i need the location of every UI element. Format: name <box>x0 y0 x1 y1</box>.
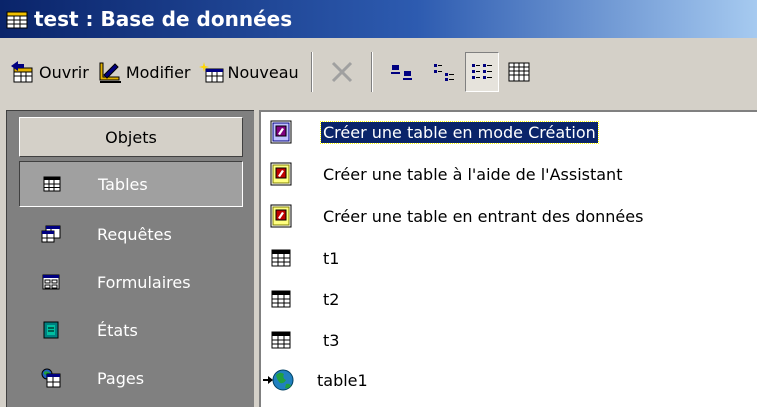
objects-item-label: Tables <box>98 174 148 194</box>
small-icons-button[interactable] <box>423 52 465 92</box>
window-title: test : Base de données <box>34 7 293 31</box>
details-view-icon <box>507 61 531 83</box>
design-ruler-icon <box>97 60 123 84</box>
large-icons-button[interactable] <box>381 52 423 92</box>
toolbar-separator <box>370 52 373 92</box>
form-icon <box>41 272 61 292</box>
wizard-design-icon <box>267 118 295 146</box>
list-view-icon <box>470 61 494 83</box>
query-icon <box>41 224 61 244</box>
list-item-create-design[interactable]: Créer une table en mode Création <box>267 117 599 147</box>
details-view-button[interactable] <box>499 52 539 92</box>
delete-x-icon <box>329 59 355 85</box>
objects-item-forms[interactable]: Formulaires <box>19 259 243 305</box>
wizard-assistant-icon <box>267 160 295 188</box>
object-list-pane: Créer une table en mode Création Créer u… <box>259 110 757 407</box>
objects-item-queries[interactable]: Requêtes <box>19 211 243 257</box>
open-icon <box>10 60 36 84</box>
large-icons-view-icon <box>389 61 415 83</box>
list-item-label: table1 <box>317 370 368 390</box>
list-item-label: t3 <box>323 330 340 350</box>
modify-label: Modifier <box>125 62 191 82</box>
objects-item-tables[interactable]: Tables <box>19 161 243 207</box>
list-item-label: Créer une table en mode Création <box>320 120 599 144</box>
list-item-table-t1[interactable]: t1 <box>267 243 341 273</box>
list-item-label: Créer une table en entrant des données <box>323 206 644 226</box>
table-icon <box>267 244 295 272</box>
table-icon <box>42 174 62 194</box>
page-icon <box>41 368 61 388</box>
toolbar-separator <box>310 52 313 92</box>
database-window-icon <box>6 9 28 29</box>
new-button[interactable]: Nouveau <box>195 52 303 92</box>
modify-button[interactable]: Modifier <box>93 52 195 92</box>
list-item-label: t2 <box>323 289 340 309</box>
list-item-create-assistant[interactable]: Créer une table à l'aide de l'Assistant <box>267 159 624 189</box>
list-item-label: t1 <box>323 248 340 268</box>
open-label: Ouvrir <box>39 62 89 82</box>
list-item-table1[interactable]: table1 <box>261 365 370 395</box>
objects-header-label: Objets <box>105 127 157 147</box>
objects-item-reports[interactable]: États <box>19 307 243 353</box>
objects-pane: Objets Tables Requêtes Formulaires États… <box>6 110 254 407</box>
list-item-table-t3[interactable]: t3 <box>267 325 341 355</box>
objects-item-label: Formulaires <box>97 272 191 292</box>
list-item-label: Créer une table à l'aide de l'Assistant <box>323 164 623 184</box>
small-icons-view-icon <box>431 61 457 83</box>
open-button[interactable]: Ouvrir <box>6 52 93 92</box>
list-item-table-t2[interactable]: t2 <box>267 284 341 314</box>
table-icon <box>267 326 295 354</box>
report-icon <box>41 320 61 340</box>
objects-item-pages[interactable]: Pages <box>19 355 243 401</box>
wizard-data-entry-icon <box>267 202 295 230</box>
objects-item-label: États <box>97 320 138 340</box>
table-icon <box>267 285 295 313</box>
objects-item-label: Requêtes <box>97 224 172 244</box>
list-item-create-data-entry[interactable]: Créer une table en entrant des données <box>267 201 645 231</box>
linked-table-globe-icon <box>261 366 295 394</box>
title-bar[interactable]: test : Base de données <box>0 0 757 38</box>
new-table-icon <box>198 60 225 84</box>
list-view-button[interactable] <box>464 52 499 92</box>
delete-button[interactable] <box>321 52 363 92</box>
toolbar: Ouvrir Modifier Nouveau <box>0 38 757 106</box>
new-label: Nouveau <box>227 62 299 82</box>
objects-header-button[interactable]: Objets <box>19 117 243 157</box>
objects-item-label: Pages <box>97 368 145 388</box>
